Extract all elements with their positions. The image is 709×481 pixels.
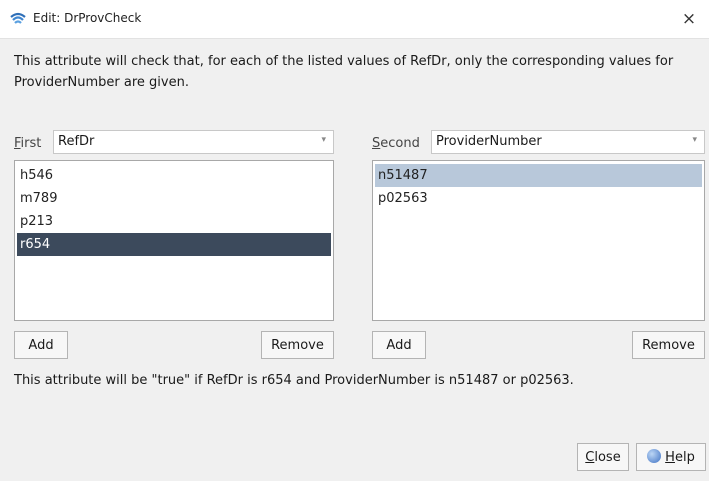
first-select-value: RefDr	[58, 134, 95, 149]
list-item[interactable]: m789	[17, 187, 331, 210]
list-item-selected[interactable]: n51487	[375, 164, 702, 187]
description-text: This attribute will check that, for each…	[14, 54, 674, 90]
help-mnemonic: H	[665, 450, 675, 465]
list-item[interactable]: h546	[17, 164, 331, 187]
edit-dialog: Edit: DrProvCheck × This attribute will …	[0, 0, 709, 481]
list-item-selected[interactable]: r654	[17, 233, 331, 256]
first-remove-button[interactable]: Remove	[261, 331, 334, 359]
second-values-list[interactable]: n51487 p02563	[372, 160, 705, 321]
window-title: Edit: DrProvCheck	[33, 11, 142, 25]
second-label: Second	[372, 136, 420, 151]
close-icon: ×	[681, 9, 697, 29]
first-label: First	[14, 136, 41, 151]
first-add-button[interactable]: Add	[14, 331, 68, 359]
list-item[interactable]: p02563	[375, 187, 702, 210]
second-add-button[interactable]: Add	[372, 331, 426, 359]
close-window-button[interactable]: ×	[669, 0, 709, 38]
title-bar: Edit: DrProvCheck ×	[0, 0, 709, 39]
first-attribute-select[interactable]: RefDr ▾	[53, 130, 334, 154]
help-icon	[647, 449, 662, 463]
chevron-down-icon: ▾	[321, 135, 326, 145]
help-button[interactable]: Help	[636, 443, 706, 471]
second-select-value: ProviderNumber	[436, 134, 542, 149]
help-label-rest: elp	[674, 450, 695, 465]
wifi-logo-icon	[10, 12, 26, 24]
chevron-down-icon: ▾	[692, 135, 697, 145]
second-attribute-select[interactable]: ProviderNumber ▾	[431, 130, 705, 154]
second-remove-button[interactable]: Remove	[632, 331, 705, 359]
close-button[interactable]: Close	[577, 443, 629, 471]
second-label-rest: econd	[380, 136, 420, 151]
close-mnemonic: C	[585, 450, 595, 465]
first-label-rest: irst	[20, 136, 42, 151]
first-values-list[interactable]: h546 m789 p213 r654	[14, 160, 334, 321]
result-info-text: This attribute will be "true" if RefDr i…	[14, 373, 574, 388]
list-item[interactable]: p213	[17, 210, 331, 233]
close-label-rest: lose	[594, 450, 621, 465]
